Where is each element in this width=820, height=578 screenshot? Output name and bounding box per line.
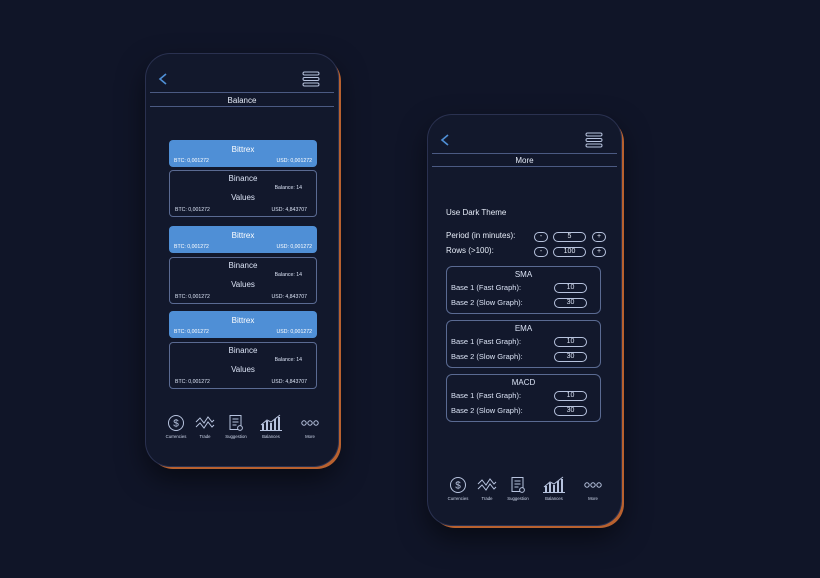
dollar-coin-icon: $ (168, 415, 184, 431)
usd-value: USD: 0,001272 (276, 329, 312, 335)
base2-input[interactable]: 30 (554, 352, 587, 362)
base1-label: Base 1 (Fast Graph): (451, 391, 522, 400)
nav-balances[interactable]: Balances (537, 476, 571, 501)
btc-value: BTC: 0,001272 (174, 158, 209, 164)
indicator-title: SMA (514, 270, 533, 279)
period-increment-button[interactable]: + (592, 232, 606, 242)
balance-phone: Balance Bittrex BTC: 0,001272 USD: 0,001… (146, 54, 338, 466)
period-value[interactable]: 5 (553, 232, 586, 242)
divider (432, 153, 617, 154)
values-label: Values (231, 280, 255, 289)
nav-trade[interactable]: Trade (470, 476, 504, 501)
btc-value: BTC: 0,001272 (174, 244, 209, 250)
balance-value: Balance: 14 (274, 185, 302, 191)
base2-input[interactable]: 30 (554, 406, 587, 416)
bottom-nav: $ Currencies Trade Suggestion Balances M… (428, 476, 621, 514)
exchange-card-binance[interactable]: Binance Balance: 14 Values BTC: 0,001272… (169, 342, 317, 389)
hamburger-menu-icon[interactable] (585, 132, 603, 148)
exchange-name: Binance (228, 346, 258, 355)
base2-label: Base 2 (Slow Graph): (451, 406, 523, 415)
exchange-header-bittrex[interactable]: Bittrex BTC: 0,001272 USD: 0,001272 (169, 226, 317, 253)
rows-increment-button[interactable]: + (592, 247, 606, 257)
dark-theme-toggle[interactable]: Use Dark Theme (446, 208, 506, 217)
nav-trade[interactable]: Trade (188, 414, 222, 439)
nav-label: Balances (545, 496, 563, 501)
base1-label: Base 1 (Fast Graph): (451, 337, 522, 346)
usd-value: USD: 0,001272 (276, 244, 312, 250)
usd-value: USD: 4,843707 (271, 207, 307, 213)
svg-text:$: $ (173, 419, 179, 430)
base1-input[interactable]: 10 (554, 283, 587, 293)
usd-value: USD: 4,843707 (271, 294, 307, 300)
divider (150, 106, 334, 107)
rows-value[interactable]: 100 (553, 247, 586, 257)
exchange-name: Bittrex (231, 145, 255, 154)
document-icon (229, 415, 243, 431)
rows-decrement-button[interactable]: - (534, 247, 548, 257)
exchange-name: Binance (228, 174, 258, 183)
ema-settings: EMA Base 1 (Fast Graph): 10 Base 2 (Slow… (446, 320, 601, 368)
nav-label: Trade (481, 496, 493, 501)
three-dots-icon (301, 420, 319, 426)
back-arrow-icon[interactable] (156, 72, 170, 86)
base2-input[interactable]: 30 (554, 298, 587, 308)
zigzag-chart-icon (195, 416, 215, 429)
page-title: More (515, 156, 534, 165)
base1-input[interactable]: 10 (554, 391, 587, 401)
exchange-card-binance[interactable]: Binance Balance: 14 Values BTC: 0,001272… (169, 170, 317, 217)
nav-label: More (588, 496, 598, 501)
btc-value: BTC: 0,001272 (175, 207, 210, 213)
nav-label: More (305, 434, 315, 439)
usd-value: USD: 0,001272 (276, 158, 312, 164)
exchange-header-bittrex[interactable]: Bittrex BTC: 0,001272 USD: 0,001272 (169, 311, 317, 338)
balance-value: Balance: 14 (274, 357, 302, 363)
divider (432, 166, 617, 167)
nav-label: Suggestion (225, 434, 247, 439)
btc-value: BTC: 0,001272 (175, 294, 210, 300)
more-phone: More Use Dark Theme Period (in minutes):… (428, 115, 621, 525)
indicator-title: MACD (511, 378, 536, 387)
nav-more[interactable]: More (576, 476, 610, 501)
usd-value: USD: 4,843707 (271, 379, 307, 385)
exchange-card-binance[interactable]: Binance Balance: 14 Values BTC: 0,001272… (169, 257, 317, 304)
svg-text:$: $ (455, 481, 461, 492)
base1-input[interactable]: 10 (554, 337, 587, 347)
macd-settings: MACD Base 1 (Fast Graph): 10 Base 2 (Slo… (446, 374, 601, 422)
values-label: Values (231, 193, 255, 202)
exchange-name: Binance (228, 261, 258, 270)
sma-settings: SMA Base 1 (Fast Graph): 10 Base 2 (Slow… (446, 266, 601, 314)
exchange-header-bittrex[interactable]: Bittrex BTC: 0,001272 USD: 0,001272 (169, 140, 317, 167)
document-icon (511, 477, 525, 493)
period-label: Period (in minutes): (446, 231, 516, 240)
exchange-name: Bittrex (231, 231, 255, 240)
divider (150, 92, 334, 93)
base2-label: Base 2 (Slow Graph): (451, 352, 523, 361)
three-dots-icon (584, 482, 602, 488)
nav-suggestion[interactable]: Suggestion (219, 414, 253, 439)
nav-label: Suggestion (507, 496, 529, 501)
bar-chart-icon (543, 476, 565, 493)
btc-value: BTC: 0,001272 (175, 379, 210, 385)
dollar-coin-icon: $ (450, 477, 466, 493)
balance-value: Balance: 14 (274, 272, 302, 278)
hamburger-menu-icon[interactable] (302, 71, 320, 87)
values-label: Values (231, 365, 255, 374)
bar-chart-icon (260, 414, 282, 431)
bottom-nav: $ Currencies Trade Suggestion Balances M… (146, 414, 338, 452)
zigzag-chart-icon (477, 478, 497, 491)
back-arrow-icon[interactable] (438, 133, 452, 147)
page-title: Balance (227, 96, 257, 105)
nav-label: Balances (262, 434, 280, 439)
nav-more[interactable]: More (293, 414, 327, 439)
nav-suggestion[interactable]: Suggestion (501, 476, 535, 501)
base1-label: Base 1 (Fast Graph): (451, 283, 522, 292)
btc-value: BTC: 0,001272 (174, 329, 209, 335)
rows-label: Rows (>100): (446, 246, 494, 255)
nav-label: Trade (199, 434, 211, 439)
base2-label: Base 2 (Slow Graph): (451, 298, 523, 307)
exchange-name: Bittrex (231, 316, 255, 325)
period-decrement-button[interactable]: - (534, 232, 548, 242)
indicator-title: EMA (514, 324, 533, 333)
nav-balances[interactable]: Balances (254, 414, 288, 439)
